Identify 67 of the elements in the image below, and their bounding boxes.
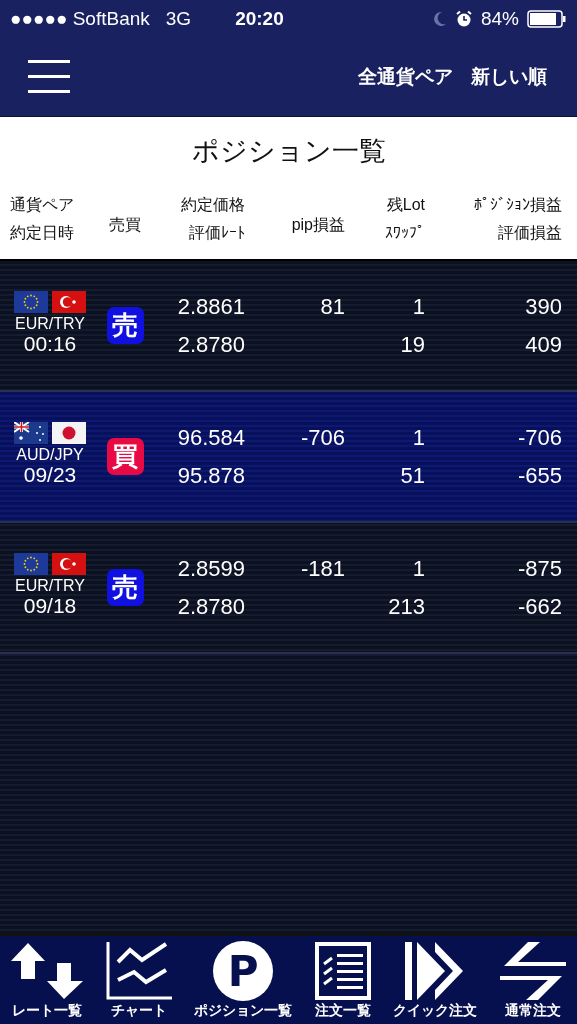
flag-icon (52, 421, 86, 444)
position-profit-text: -875 (517, 554, 562, 583)
swap-text: 19 (400, 330, 425, 359)
pip-profit-text: -181 (300, 554, 345, 583)
valuation-profit-text: -655 (517, 461, 562, 490)
clock-text: 20:20 (235, 8, 284, 30)
tab-button[interactable]: チャート (105, 940, 172, 1020)
currency-filter-button[interactable]: 全通貨ペア (358, 64, 453, 90)
position-profit-text: 390 (525, 292, 562, 321)
position-row[interactable]: EUR/TRY 09/18 売 2.8599 2.8780 -181 1 213 -875 -662 (0, 523, 577, 654)
trade-date-text: 09/23 (23, 463, 77, 486)
up-down-arrows-icon (11, 941, 84, 1001)
moon-icon (432, 11, 447, 27)
exchange-arrows-icon (499, 942, 566, 1000)
position-icon: P (213, 941, 274, 1001)
swap-text: 213 (388, 592, 425, 621)
tab-button[interactable]: レート一覧 (11, 940, 84, 1020)
valuation-rate-text: 95.878 (177, 461, 245, 490)
lot-text: 1 (412, 554, 425, 583)
tab-button[interactable]: P ポジション一覧 (194, 940, 293, 1020)
position-profit-text: -706 (517, 423, 562, 452)
column-header: 通貨ペア 約定日時 (10, 195, 75, 243)
flag-icon (52, 552, 86, 575)
trade-side-badge: 売 (106, 569, 144, 606)
currency-pair-text: AUD/JPY (16, 445, 84, 464)
pip-profit-text: 81 (320, 292, 345, 321)
currency-pair-text: EUR/TRY (15, 576, 85, 595)
column-header: 約定価格 評価ﾚｰﾄ (180, 195, 245, 243)
flag-icon (14, 290, 48, 313)
position-row[interactable]: AUD/JPY 09/23 買 96.584 95.878 -706 1 51 -706 -655 (0, 392, 577, 523)
carrier-text: ●●●●● SoftBank (10, 8, 150, 30)
network-text: 3G (165, 8, 192, 30)
trade-price-text: 96.584 (177, 423, 245, 452)
trade-date-text: 00:16 (23, 332, 77, 355)
trade-side-badge: 買 (106, 438, 144, 475)
tab-button[interactable]: 注文一覧 (314, 940, 371, 1020)
valuation-rate-text: 2.8780 (177, 330, 245, 359)
trade-date-text: 09/18 (23, 594, 77, 617)
column-header: 残Lot ｽﾜｯﾌﾟ (384, 195, 425, 243)
flag-icon (14, 552, 48, 575)
battery-percent-text: 84% (480, 8, 519, 30)
column-header: 売買 (108, 215, 142, 235)
swap-text: 51 (400, 461, 425, 490)
column-header: ﾎﾟｼﾞｼｮﾝ損益 評価損益 (473, 195, 562, 243)
trade-side-badge: 売 (106, 307, 144, 344)
column-header: pip損益 (290, 215, 345, 235)
fast-forward-icon (405, 942, 466, 1000)
tab-button[interactable]: クイック注文 (393, 940, 478, 1020)
tab-button[interactable]: 通常注文 (499, 940, 566, 1020)
menu-icon[interactable] (28, 60, 70, 94)
list-document-icon (314, 942, 371, 1000)
lot-text: 1 (412, 423, 425, 452)
trade-price-text: 2.8599 (177, 554, 245, 583)
page-title: ポジション一覧 (191, 135, 386, 168)
sort-order-button[interactable]: 新しい順 (471, 64, 547, 90)
valuation-rate-text: 2.8780 (177, 592, 245, 621)
pip-profit-text: -706 (300, 423, 345, 452)
valuation-profit-text: 409 (525, 330, 562, 359)
currency-pair-text: EUR/TRY (15, 314, 85, 333)
alarm-clock-icon (454, 10, 473, 28)
flag-icon (52, 290, 86, 313)
line-chart-icon (105, 942, 172, 1000)
battery-icon (527, 10, 567, 28)
flag-icon (14, 421, 48, 444)
lot-text: 1 (412, 292, 425, 321)
valuation-profit-text: -662 (517, 592, 562, 621)
trade-price-text: 2.8861 (177, 292, 245, 321)
